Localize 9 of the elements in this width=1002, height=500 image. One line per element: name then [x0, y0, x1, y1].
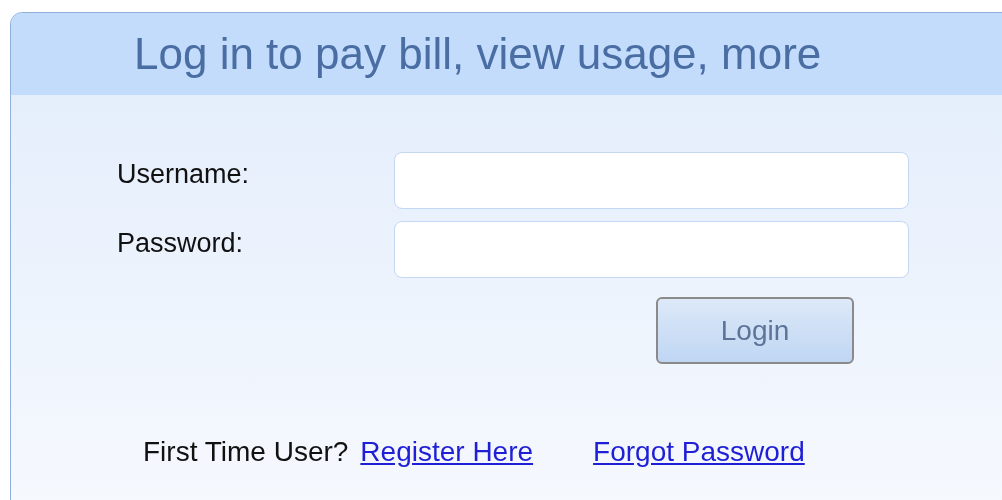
input-field[interactable] [394, 221, 909, 278]
panel-title: Log in to pay bill, view usage, more [134, 28, 822, 80]
text-link[interactable]: Forgot Password [593, 431, 805, 473]
field-label: Password: [117, 227, 245, 260]
text-link[interactable]: Register Here [360, 431, 534, 473]
login-button[interactable]: Login [656, 297, 854, 364]
input-field[interactable] [394, 152, 909, 209]
field-label: Username: [117, 158, 251, 191]
first-time-prompt: First Time User? [143, 435, 349, 469]
